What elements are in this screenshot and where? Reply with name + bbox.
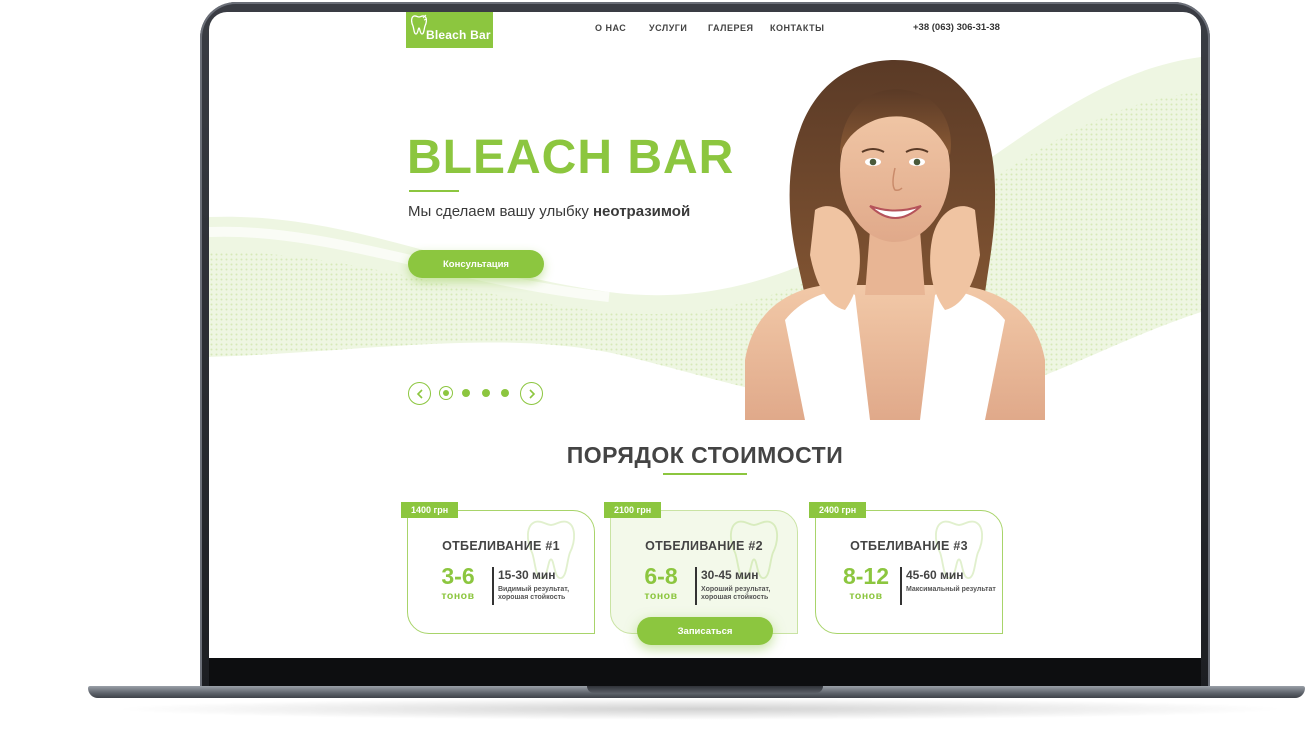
phone-link[interactable]: +38 (063) 306-31-38 (913, 22, 1000, 33)
shade-unit: тонов (644, 590, 678, 602)
procedure-description: Хороший результат, хорошая стойкость (701, 586, 771, 602)
card-title: ОТБЕЛИВАНИЕ #2 (645, 539, 763, 553)
hero-subtitle-bold: неотразимой (593, 203, 691, 220)
shade-range: 6-8 (644, 563, 678, 589)
tooth-logo-icon (411, 14, 427, 35)
signup-button[interactable]: Записаться (637, 617, 773, 645)
pricing-card-2: 2100 грн ОТБЕЛИВАНИЕ #2 6-8 тонов 30-45 … (604, 502, 798, 634)
pricing-title: ПОРЯДОК СТОИМОСТИ (566, 442, 844, 468)
price-badge: 1400 грн (401, 502, 459, 518)
shade-range: 3-6 (441, 563, 475, 589)
hero-slider-nav (408, 382, 548, 406)
hero-title: BLEACH BAR (407, 131, 735, 184)
procedure-time: 15-30 мин (498, 568, 556, 582)
card-divider (900, 567, 902, 605)
website-screen: Bleach Bar О НАС УСЛУГИ ГАЛЕРЕЯ КОНТАКТЫ… (209, 12, 1201, 658)
shade-unit: тонов (849, 590, 883, 602)
procedure-time: 30-45 мин (701, 568, 759, 582)
nav-item-about[interactable]: О НАС (595, 23, 626, 33)
brand-logo[interactable]: Bleach Bar (406, 12, 493, 48)
slider-dot-3[interactable] (482, 389, 490, 397)
price-badge: 2400 грн (809, 502, 867, 518)
hero-subtitle: Мы сделаем вашу улыбку неотразимой (408, 203, 690, 220)
laptop-chin (209, 658, 1201, 688)
pricing-card-1: 1400 грн ОТБЕЛИВАНИЕ #1 3-6 тонов 15-30 … (401, 502, 595, 634)
slider-prev-button[interactable] (408, 382, 431, 405)
card-title: ОТБЕЛИВАНИЕ #3 (850, 539, 968, 553)
laptop-notch (587, 686, 823, 693)
slider-dot-2[interactable] (462, 389, 470, 397)
price-badge: 2100 грн (604, 502, 662, 518)
laptop-shadow (110, 698, 1290, 720)
card-title: ОТБЕЛИВАНИЕ #1 (442, 539, 560, 553)
shade-unit: тонов (441, 590, 475, 602)
procedure-description: Видимый результат, хорошая стойкость (498, 586, 570, 602)
chevron-left-icon (416, 388, 423, 399)
nav-item-label: О НАС (595, 23, 627, 33)
pricing-card-3: 2400 грн ОТБЕЛИВАНИЕ #3 8-12 тонов 45-60… (809, 502, 1003, 634)
nav-item-contacts[interactable]: КОНТАКТЫ (770, 23, 824, 33)
hero-subtitle-regular: Мы сделаем вашу улыбку (408, 203, 593, 220)
slider-next-button[interactable] (520, 382, 543, 405)
slider-dot-4[interactable] (501, 389, 509, 397)
procedure-time: 45-60 мин (906, 568, 964, 582)
procedure-description: Максимальный результат (906, 586, 996, 593)
nav-item-label: УСЛУГИ (649, 23, 688, 33)
chevron-right-icon (528, 388, 535, 399)
hero-woman-image (745, 60, 1045, 420)
hero-title-underline (409, 190, 459, 192)
nav-item-label: КОНТАКТЫ (770, 23, 825, 33)
nav-item-label: ГАЛЕРЕЯ (708, 23, 754, 33)
shade-range: 8-12 (842, 563, 890, 589)
consultation-button[interactable]: Консультация (408, 250, 544, 278)
nav-item-gallery[interactable]: ГАЛЕРЕЯ (708, 23, 753, 33)
card-divider (492, 567, 494, 605)
logo-text: Bleach Bar (426, 28, 491, 42)
slider-dot-1[interactable] (439, 386, 453, 400)
pricing-title-underline (663, 473, 747, 475)
card-divider (695, 567, 697, 605)
nav-item-services[interactable]: УСЛУГИ (649, 23, 687, 33)
